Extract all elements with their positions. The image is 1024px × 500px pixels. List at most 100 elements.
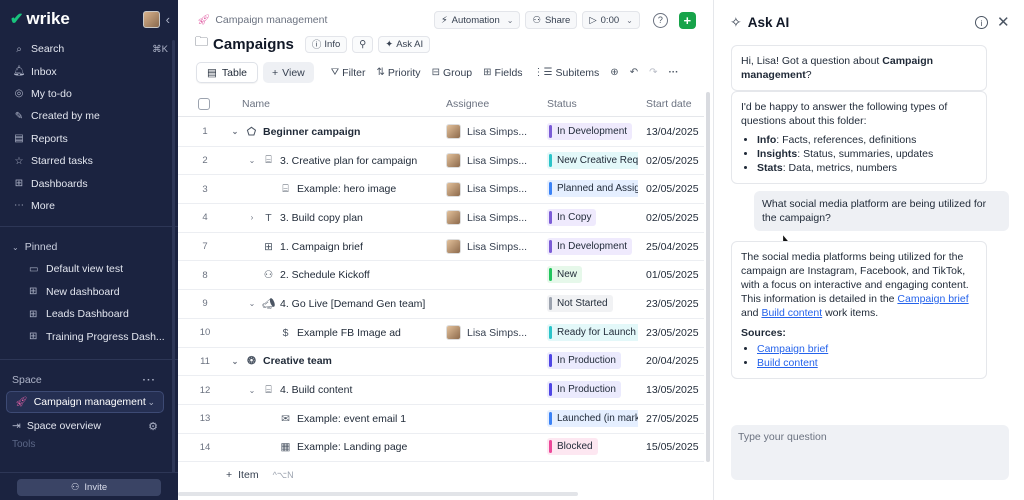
start-date[interactable]: 02/05/2025 xyxy=(646,155,699,167)
table-row[interactable]: 8 ⚇ 2. Schedule Kickoff New 01/05/2025 xyxy=(178,261,704,291)
table-row[interactable]: 11 ⌄ ❂ Creative team In Production 20/04… xyxy=(178,348,704,377)
task-name-cell[interactable]: ⌄ ⬠ Beginner campaign xyxy=(230,126,440,138)
space-more-icon[interactable]: ··· xyxy=(143,374,157,386)
answer-link-build-content[interactable]: Build content xyxy=(761,307,822,319)
sidebar-item-more[interactable]: ⋯ More xyxy=(0,195,178,217)
chevron-down-icon[interactable]: ⌄ xyxy=(230,357,240,366)
status-badge[interactable]: In Development xyxy=(547,237,633,255)
status-badge[interactable]: In Copy xyxy=(547,208,597,226)
task-name-cell[interactable]: ⌄ ❂ Creative team xyxy=(230,355,440,367)
task-name-cell[interactable]: ⌄ 📣︎ 4. Go Live [Demand Gen team] xyxy=(247,297,457,311)
sidebar-scrollbar[interactable] xyxy=(172,40,175,480)
status-badge[interactable]: Launched (in market) xyxy=(547,409,638,427)
sidebar-item-search[interactable]: ⌕ Search ⌘K xyxy=(0,38,178,60)
task-name[interactable]: 4. Build content xyxy=(280,384,352,396)
task-name[interactable]: Example: event email 1 xyxy=(297,413,406,425)
task-name-cell[interactable]: ▦ Example: Landing page xyxy=(264,441,474,453)
sidebar-item-inbox[interactable]: 🔔︎ Inbox xyxy=(0,60,178,82)
task-name[interactable]: Example: hero image xyxy=(297,183,396,195)
start-date[interactable]: 15/05/2025 xyxy=(646,441,699,453)
start-date[interactable]: 20/04/2025 xyxy=(646,355,699,367)
globe-button[interactable]: ⊕ xyxy=(610,67,618,78)
page-title[interactable]: Campaigns xyxy=(213,36,294,53)
pinned-item[interactable]: ⊞ New dashboard xyxy=(0,281,178,304)
table-row[interactable]: 2 ⌄ ⌸ 3. Creative plan for campaign Lisa… xyxy=(178,147,704,176)
info-icon[interactable]: i xyxy=(975,16,988,29)
fields-button[interactable]: ⊞ Fields xyxy=(483,67,522,79)
sidebar-item-reports[interactable]: ▤ Reports xyxy=(0,128,178,150)
wrike-logo[interactable]: ✔ wrike xyxy=(10,9,70,29)
status-cell[interactable]: In Production xyxy=(547,352,638,370)
status-badge[interactable]: New Creative Request xyxy=(547,151,638,169)
add-item-button[interactable]: + Item ^⌥N xyxy=(226,469,294,481)
status-badge[interactable]: New xyxy=(547,266,583,284)
pinned-item[interactable]: ⊞ Leads Dashboard xyxy=(0,303,178,326)
status-cell[interactable]: Blocked xyxy=(547,438,638,456)
timer-button[interactable]: ▷ 0:00 ⌄ xyxy=(582,11,640,29)
space-selector[interactable]: 🚀︎ Campaign management ⌄ xyxy=(6,391,164,414)
breadcrumb-label[interactable]: Campaign management xyxy=(215,14,327,26)
assignee-cell[interactable]: Lisa Simps... xyxy=(446,181,542,197)
chevron-down-icon[interactable]: ⌄ xyxy=(247,299,257,308)
task-name-cell[interactable]: ⌸ Example: hero image xyxy=(264,183,474,196)
task-name-cell[interactable]: ⊞ 1. Campaign brief xyxy=(247,241,457,253)
sidebar-item-my-to-do[interactable]: ◎ My to-do xyxy=(0,83,178,105)
pinned-item[interactable]: ⊞ Training Progress Dash... xyxy=(0,326,178,349)
automation-button[interactable]: ⚡︎ Automation ⌄ xyxy=(434,11,521,29)
task-name[interactable]: 2. Schedule Kickoff xyxy=(280,269,370,281)
group-button[interactable]: ⊟ Group xyxy=(432,67,473,79)
pinned-section-header[interactable]: ⌄ Pinned xyxy=(0,236,178,258)
task-name[interactable]: Creative team xyxy=(263,355,332,367)
table-row[interactable]: 7 ⊞ 1. Campaign brief Lisa Simps... In D… xyxy=(178,233,704,262)
redo-button[interactable]: ↷ xyxy=(649,67,657,78)
table-view-tab[interactable]: ▤ Table xyxy=(196,62,259,83)
status-badge[interactable]: Planned and Assigned xyxy=(547,180,638,198)
task-name[interactable]: 3. Creative plan for campaign xyxy=(280,155,417,167)
status-cell[interactable]: In Copy xyxy=(547,208,638,227)
pin-button[interactable]: ⚲ xyxy=(352,35,374,53)
assignee-cell[interactable]: Lisa Simps... xyxy=(446,124,542,140)
task-name-cell[interactable]: $ Example FB Image ad xyxy=(264,327,474,339)
column-header-name[interactable]: Name xyxy=(242,98,270,110)
info-button[interactable]: ⓘ Info xyxy=(304,35,348,53)
status-badge[interactable]: Blocked xyxy=(547,438,598,456)
task-name[interactable]: 3. Build copy plan xyxy=(280,212,363,224)
invite-button[interactable]: ⚇ Invite xyxy=(17,479,161,496)
status-cell[interactable]: New Creative Request xyxy=(547,151,638,170)
start-date[interactable]: 27/05/2025 xyxy=(646,413,699,425)
start-date[interactable]: 13/04/2025 xyxy=(646,126,699,138)
status-cell[interactable]: In Production xyxy=(547,381,638,399)
status-badge[interactable]: In Production xyxy=(547,381,621,399)
status-cell[interactable]: Ready for Launch xyxy=(547,323,638,342)
select-all-checkbox[interactable] xyxy=(198,98,210,110)
start-date[interactable]: 23/05/2025 xyxy=(646,298,699,310)
table-row[interactable]: 4 › T 3. Build copy plan Lisa Simps... I… xyxy=(178,204,704,233)
table-horizontal-scrollbar[interactable] xyxy=(178,492,578,496)
table-row[interactable]: 14 ▦ Example: Landing page Blocked 15/05… xyxy=(178,434,704,463)
table-row[interactable]: 12 ⌄ ⌸ 4. Build content In Production 13… xyxy=(178,376,704,405)
task-name-cell[interactable]: › T 3. Build copy plan xyxy=(247,212,457,224)
column-header-assignee[interactable]: Assignee xyxy=(446,98,489,110)
task-name-cell[interactable]: ⌄ ⌸ 4. Build content xyxy=(247,384,457,397)
sidebar-item-starred-tasks[interactable]: ☆ Starred tasks xyxy=(0,150,178,172)
chevron-right-icon[interactable]: › xyxy=(247,213,257,222)
task-name[interactable]: 1. Campaign brief xyxy=(280,241,363,253)
collapse-sidebar-icon[interactable]: ‹ xyxy=(166,12,170,27)
ask-ai-button[interactable]: ✦ Ask AI xyxy=(378,35,431,53)
start-date[interactable]: 25/04/2025 xyxy=(646,241,699,253)
task-name[interactable]: Example FB Image ad xyxy=(297,327,401,339)
chevron-down-icon[interactable]: ⌄ xyxy=(230,127,240,136)
pinned-item[interactable]: ▭ Default view test xyxy=(0,258,178,281)
status-badge[interactable]: Not Started xyxy=(547,294,613,312)
table-row[interactable]: 13 ✉ Example: event email 1 Launched (in… xyxy=(178,405,704,434)
sidebar-item-created-by-me[interactable]: ✎ Created by me xyxy=(0,105,178,127)
answer-link-campaign-brief[interactable]: Campaign brief xyxy=(897,293,968,305)
user-avatar[interactable] xyxy=(142,10,160,28)
start-date[interactable]: 13/05/2025 xyxy=(646,384,699,396)
status-cell[interactable]: Launched (in market) xyxy=(547,409,638,428)
task-name[interactable]: 4. Go Live [Demand Gen team] xyxy=(280,298,425,310)
status-cell[interactable]: Not Started xyxy=(547,294,638,313)
start-date[interactable]: 01/05/2025 xyxy=(646,269,699,281)
undo-button[interactable]: ↶ xyxy=(630,67,638,78)
table-row[interactable]: 3 ⌸ Example: hero image Lisa Simps... Pl… xyxy=(178,175,704,205)
